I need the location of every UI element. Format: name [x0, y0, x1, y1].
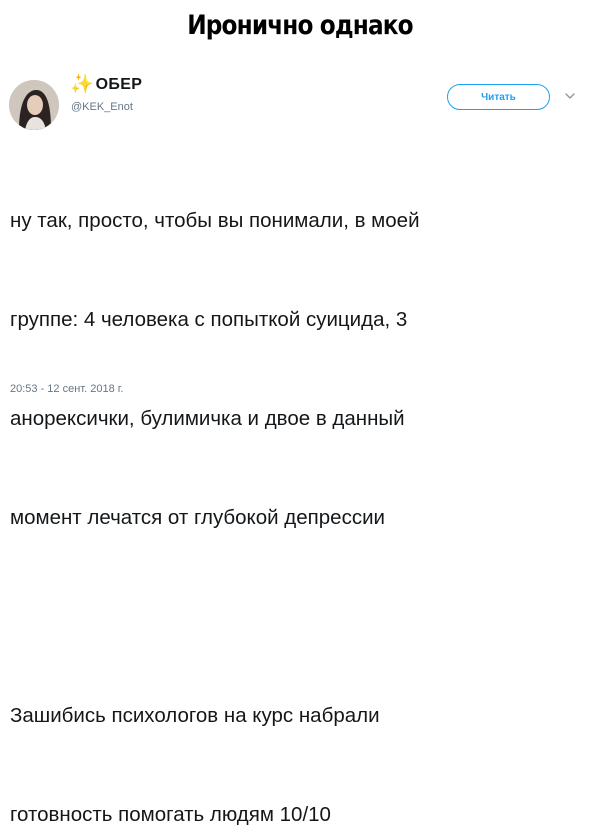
tweet-text-line: момент лечатся от глубокой депрессии	[10, 506, 385, 529]
tweet-text-line: ну так, просто, чтобы вы понимали, в мое…	[10, 209, 420, 232]
author-name-row[interactable]: ✨ ОБЕР	[70, 75, 142, 94]
tweet-text: ну так, просто, чтобы вы понимали, в мое…	[10, 138, 595, 832]
follow-button[interactable]: Читать	[447, 84, 550, 110]
tweet-timestamp[interactable]: 20:53 - 12 сент. 2018 г.	[10, 383, 123, 395]
sparkle-icon: ✨	[70, 74, 94, 95]
meme-caption: Иронично однако	[187, 10, 413, 41]
avatar-image	[9, 80, 59, 130]
chevron-down-icon[interactable]	[563, 89, 577, 103]
author-handle[interactable]: @KEK_Enot	[71, 101, 133, 113]
tweet-text-line: Зашибись психологов на курс набрали	[10, 704, 380, 727]
author-display-name[interactable]: ОБЕР	[96, 76, 143, 94]
avatar[interactable]	[9, 80, 59, 130]
tweet-text-blank-line	[10, 600, 595, 633]
tweet-text-line: анорексички, булимичка и двое в данный	[10, 407, 405, 430]
tweet-text-line: группе: 4 человека с попыткой суицида, 3	[10, 308, 408, 331]
tweet-text-line: готовность помогать людям 10/10	[10, 803, 331, 826]
